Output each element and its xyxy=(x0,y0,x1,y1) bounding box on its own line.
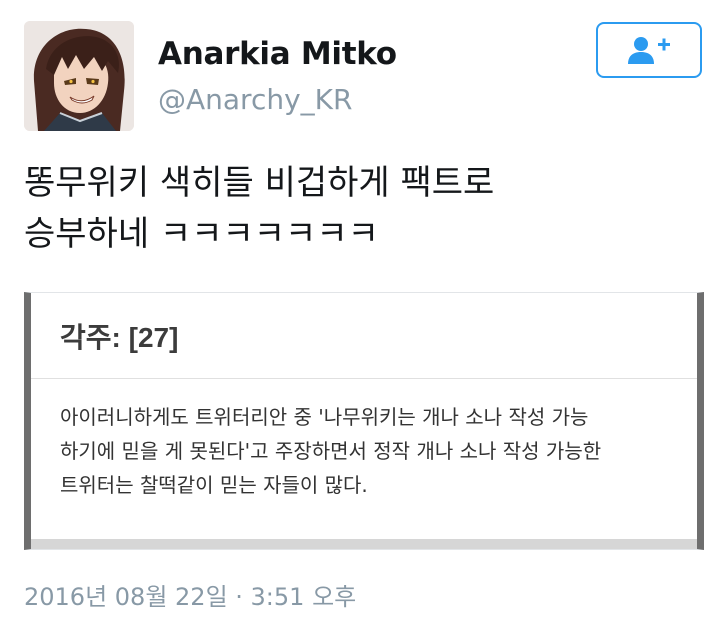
tweet-line: 승부하네 ㅋㅋㅋㅋㅋㅋㅋ xyxy=(24,214,379,254)
embedded-image-card[interactable]: 각주: [27] 아이러니하게도 트위터리안 중 '나무위키는 개나 소나 작성… xyxy=(24,292,704,550)
card-body-line: 하기에 믿을 게 못된다'고 주장하면서 정작 개나 소나 작성 가능한 xyxy=(60,439,602,463)
anime-character-avatar-icon xyxy=(24,21,134,131)
tweet-text: 똥무위키 색히들 비겁하게 팩트로 승부하네 ㅋㅋㅋㅋㅋㅋㅋ xyxy=(24,158,684,260)
card-body: 아이러니하게도 트위터리안 중 '나무위키는 개나 소나 작성 가능 하기에 믿… xyxy=(31,379,697,502)
card-body-line: 아이러니하게도 트위터리안 중 '나무위키는 개나 소나 작성 가능 xyxy=(60,405,589,429)
display-name[interactable]: Anarkia Mitko xyxy=(158,34,397,74)
add-user-icon xyxy=(628,37,670,64)
user-handle[interactable]: @Anarchy_KR xyxy=(158,82,352,118)
follow-button[interactable] xyxy=(596,22,702,78)
card-footer-bar xyxy=(31,539,697,549)
card-header: 각주: [27] xyxy=(31,293,697,379)
card-title: 각주: [27] xyxy=(60,321,179,353)
card-body-line: 트위터는 찰떡같이 믿는 자들이 많다. xyxy=(60,473,368,497)
avatar[interactable] xyxy=(24,21,134,131)
tweet-timestamp[interactable]: 2016년 08월 22일 · 3:51 오후 xyxy=(24,580,356,614)
tweet-line: 똥무위키 색히들 비겁하게 팩트로 xyxy=(24,163,495,203)
